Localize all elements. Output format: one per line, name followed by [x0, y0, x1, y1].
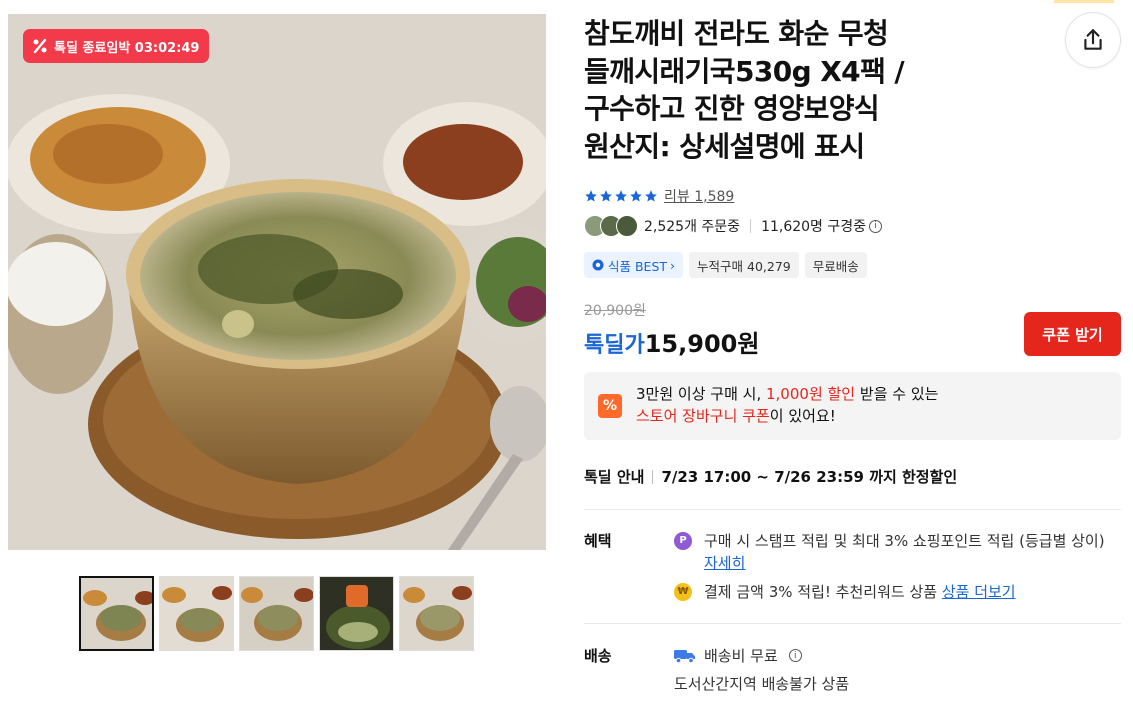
star-icon	[585, 190, 597, 202]
shipping-fee-row: 배송비 무료 i	[674, 645, 802, 666]
thumbnail-4[interactable]	[319, 576, 394, 651]
divider	[584, 623, 1121, 624]
tag-list: 식품 BEST › 누적구매 40,279 무료배송	[584, 252, 867, 278]
tag-cumulative-purchases: 누적구매 40,279	[689, 252, 799, 278]
info-icon[interactable]: i	[869, 219, 883, 233]
share-icon	[1084, 29, 1102, 50]
review-count-link[interactable]: 리뷰 1,589	[664, 186, 734, 206]
get-coupon-button[interactable]: 쿠폰 받기	[1024, 312, 1121, 356]
deal-price-label: 톡딜가	[584, 333, 645, 358]
point-icon: P	[674, 532, 692, 550]
truck-icon	[674, 649, 695, 663]
star-icon	[615, 190, 627, 202]
product-page: 톡딜 종료임박 03:02:49 참도깨비 전라도 화순 무청 들깨시래기국53…	[0, 0, 1133, 701]
chevron-right-icon: ›	[670, 257, 676, 273]
price-row: 톡딜가 15,900원	[584, 324, 759, 359]
badge-icon	[592, 259, 604, 271]
divider	[584, 509, 1121, 510]
share-button[interactable]	[1065, 12, 1121, 68]
promo-line-2: 스토어 장바구니 쿠폰이 있어요!	[636, 405, 1121, 427]
divider	[750, 219, 752, 233]
shipping-note: 도서산간지역 배송불가 상품	[674, 675, 850, 693]
promo-highlight: 1,000원 할인	[766, 385, 856, 403]
activity-stats: 2,525개 주문중 11,620명 구경중 i	[584, 215, 883, 237]
promo-text: 받을 수 있는	[855, 385, 939, 403]
promo-text: 3만원 이상 구매 시,	[636, 385, 766, 403]
shipping-label: 배송	[584, 647, 612, 665]
thumbnail-3[interactable]	[239, 576, 314, 651]
benefit-text: 구매 시 스탬프 적립 및 최대 3% 쇼핑포인트 적립 (등급별 상이) 자세…	[674, 530, 1114, 574]
thumbnail-strip	[79, 576, 474, 651]
buyer-avatars	[584, 215, 638, 237]
title-line: 참도깨비 전라도 화순 무청	[584, 17, 889, 50]
star-icon	[645, 190, 657, 202]
benefits-label: 혜택	[584, 532, 612, 550]
title-line: 구수하고 진한 영양보양식	[584, 92, 880, 125]
deal-badge-label: 톡딜 종료임박 03:02:49	[54, 40, 200, 56]
more-products-link[interactable]: 상품 더보기	[942, 583, 1016, 601]
promo-line-1: 3만원 이상 구매 시, 1,000원 할인 받을 수 있는	[636, 383, 1121, 405]
star-rating	[584, 189, 658, 203]
thumbnail-5[interactable]	[399, 576, 474, 651]
promo-text: 이 있어요!	[769, 407, 836, 425]
orders-count: 2,525개 주문중	[644, 219, 741, 235]
viewers-count: 11,620명 구경중	[761, 219, 867, 235]
percent-coupon-icon: %	[598, 394, 622, 418]
coin-icon: ₩	[674, 583, 692, 601]
star-icon	[600, 190, 612, 202]
benefit-item-reward: ₩ 결제 금액 3% 적립! 추천리워드 상품 상품 더보기	[674, 581, 1114, 603]
tag-label: 식품 BEST	[608, 258, 668, 274]
cart-coupon-banner[interactable]: % 3만원 이상 구매 시, 1,000원 할인 받을 수 있는 스토어 장바구…	[584, 372, 1121, 440]
percent-icon	[33, 38, 47, 54]
deal-info-label: 톡딜 안내	[584, 468, 645, 486]
share-accent-line	[1054, 0, 1114, 3]
food-illustration	[8, 14, 546, 550]
promo-highlight: 스토어 장바구니 쿠폰	[636, 407, 770, 425]
details-link[interactable]: 자세히	[704, 554, 745, 572]
benefit-text: 결제 금액 3% 적립! 추천리워드 상품 상품 더보기	[674, 581, 1114, 603]
deal-ending-badge: 톡딜 종료임박 03:02:49	[23, 29, 210, 63]
avatar	[616, 215, 638, 237]
main-product-image[interactable]: 톡딜 종료임박 03:02:49	[8, 14, 546, 550]
benefit-desc: 결제 금액 3% 적립! 추천리워드 상품	[704, 583, 942, 601]
title-line: 들깨시래기국530g X4팩 /	[584, 54, 905, 88]
title-line: 원산지: 상세설명에 표시	[584, 129, 865, 163]
shipping-fee: 배송비 무료	[704, 647, 778, 665]
star-icon	[630, 190, 642, 202]
original-price: 20,900원	[584, 303, 646, 319]
tag-food-best[interactable]: 식품 BEST ›	[584, 252, 684, 278]
benefit-desc: 구매 시 스탬프 적립 및 최대 3% 쇼핑포인트 적립 (등급별 상이)	[704, 532, 1105, 550]
info-icon[interactable]: i	[788, 649, 802, 662]
benefit-item-points: P 구매 시 스탬프 적립 및 최대 3% 쇼핑포인트 적립 (등급별 상이) …	[674, 530, 1114, 574]
deal-info-row: 톡딜 안내 7/23 17:00 ~ 7/26 23:59 까지 한정할인	[584, 466, 957, 487]
divider	[652, 469, 654, 484]
tag-free-shipping: 무료배송	[804, 252, 867, 278]
thumbnail-2[interactable]	[159, 576, 234, 651]
rating-row: 리뷰 1,589	[584, 186, 734, 206]
product-title: 참도깨비 전라도 화순 무청 들깨시래기국530g X4팩 / 구수하고 진한 …	[584, 15, 1004, 165]
thumbnail-1[interactable]	[79, 576, 154, 651]
deal-info-period: 7/23 17:00 ~ 7/26 23:59 까지 한정할인	[661, 468, 958, 486]
current-price: 15,900원	[644, 330, 760, 358]
